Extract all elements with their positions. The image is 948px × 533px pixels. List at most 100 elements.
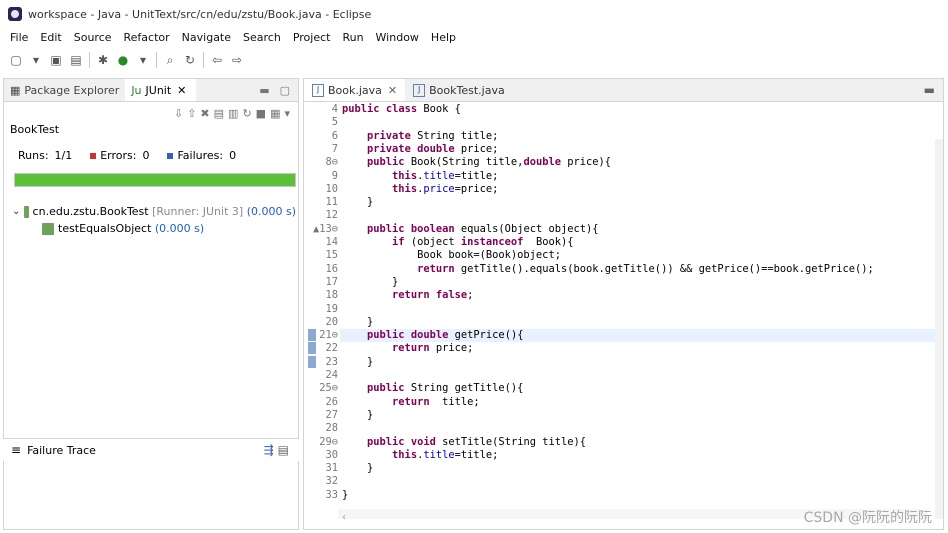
code-line[interactable]: this.price=price; [342,183,498,195]
new-icon[interactable]: ▢ [9,53,23,67]
code-line[interactable]: public void setTitle(String title){ [342,436,586,448]
java-file-icon: J [312,83,324,97]
code-line[interactable]: return title; [342,396,480,408]
code-line[interactable]: Book book=(Book)object; [342,249,561,261]
code-line[interactable]: return price; [342,342,473,354]
refresh-icon[interactable]: ↻ [183,53,197,67]
runs-value: 1/1 [54,149,73,162]
stop-icon[interactable]: ■ [256,107,266,120]
code-line[interactable]: } [342,316,373,328]
next-failure-icon[interactable]: ⇩ [174,107,183,120]
view-controls: ▬ ▢ [259,84,298,97]
left-tab-bar: ▦ Package Explorer Ju JUnit ✕ ▬ ▢ [4,79,298,102]
line-number: 6 [331,129,338,142]
line-number: 14 [325,236,338,248]
code-line[interactable]: return getTitle().equals(book.getTitle()… [342,263,874,275]
print-icon[interactable]: ▤ [69,53,83,67]
tab-label: JUnit [145,83,172,97]
menu-edit[interactable]: Edit [34,31,67,44]
code-line[interactable]: } [342,489,348,501]
code-line[interactable]: } [342,409,373,421]
tab-booktest-java[interactable]: J BookTest.java [405,79,513,101]
run-icon[interactable]: ● [116,53,130,67]
previous-failure-icon[interactable]: ⇧ [187,107,196,120]
filter-icon[interactable]: ⇶ [264,443,274,457]
line-number: 29⊖ [319,435,338,448]
code-line[interactable]: public double getPrice(){ [342,329,523,341]
toolbar-separator [156,52,157,68]
window-title: workspace - Java - UnitText/src/cn/edu/z… [28,7,372,21]
chevron-down-icon[interactable]: ▾ [284,107,290,120]
rerun-icon[interactable]: ↻ [242,107,251,120]
eclipse-logo-icon [8,7,22,21]
chevron-down-icon[interactable]: ▾ [29,53,43,67]
code-line[interactable]: } [342,196,373,208]
menu-source[interactable]: Source [68,31,118,44]
code-line[interactable]: private double price; [342,143,498,155]
show-failures-icon[interactable]: ✖ [200,107,209,120]
close-icon[interactable]: ✕ [388,84,397,97]
menu-refactor[interactable]: Refactor [118,31,176,44]
line-number: 17 [325,275,338,288]
line-number: 24 [325,369,338,381]
code-line[interactable]: this.title=title; [342,449,498,461]
failures-value: 0 [229,149,237,162]
code-line[interactable]: public Book(String title,double price){ [342,156,611,168]
tab-junit[interactable]: Ju JUnit ✕ [125,79,197,101]
menu-window[interactable]: Window [370,31,425,44]
line-number: 7 [331,142,338,155]
code-line[interactable]: } [342,356,373,368]
layout-icon[interactable]: ▥ [228,107,238,120]
vertical-scrollbar[interactable] [935,139,943,519]
menu-search[interactable]: Search [237,31,287,44]
test-case-time: (0.000 s) [154,222,205,235]
line-number: 32 [325,475,338,488]
menu-file[interactable]: File [0,31,34,44]
code-line[interactable]: this.title=title; [342,170,498,182]
scroll-lock-icon[interactable]: ▤ [214,107,224,120]
close-icon[interactable]: ✕ [177,84,186,97]
menu-project[interactable]: Project [287,31,337,44]
line-number: 19 [325,302,338,315]
line-number: 20 [325,315,338,328]
scroll-left-icon[interactable]: ‹ [342,512,346,523]
code-line[interactable]: public boolean equals(Object object){ [342,223,599,235]
runs-stat: Runs: 1/1 [18,149,72,162]
menu-run[interactable]: Run [336,31,369,44]
code-line[interactable]: public String getTitle(){ [342,382,523,394]
maximize-icon[interactable]: ▢ [280,84,290,97]
code-line[interactable]: if (object instanceof Book){ [342,236,573,248]
minimize-icon[interactable]: ▬ [259,84,269,97]
tree-row-test[interactable]: testEqualsObject (0.000 s) [12,220,296,237]
code-line[interactable]: public class Book { [342,103,461,115]
menu-help[interactable]: Help [425,31,462,44]
test-name: BookTest [10,123,60,136]
compare-icon[interactable]: ▤ [278,443,289,457]
line-number: 18 [325,289,338,302]
code-editor[interactable]: 4 public class Book {5 6 private String ti… [304,103,939,523]
debug-icon[interactable]: ✱ [96,53,110,67]
tab-book-java[interactable]: J Book.java ✕ [304,79,406,101]
tree-row-suite[interactable]: ⌄ cn.edu.zstu.BookTest [Runner: JUnit 3]… [12,203,296,220]
code-line[interactable]: } [342,462,373,474]
junit-view: ▦ Package Explorer Ju JUnit ✕ ▬ ▢ ⇩ ⇧ ✖ … [3,78,299,530]
chevron-down-icon[interactable]: ▾ [136,53,150,67]
save-icon[interactable]: ▣ [49,53,63,67]
code-line[interactable]: } [342,276,398,288]
back-icon[interactable]: ⇦ [210,53,224,67]
failure-trace-label: Failure Trace [27,443,96,457]
history-icon[interactable]: ▦ [270,107,280,120]
minimize-icon[interactable]: ▬ [924,83,935,97]
chevron-down-icon[interactable]: ⌄ [12,206,20,217]
forward-icon[interactable]: ⇨ [230,53,244,67]
search-icon[interactable]: ⌕ [163,53,177,67]
errors-label: Errors: [100,149,137,162]
menu-bar: File Edit Source Refactor Navigate Searc… [0,28,948,46]
tab-package-explorer[interactable]: ▦ Package Explorer [4,79,125,101]
test-progress-bar [14,173,296,187]
menu-navigate[interactable]: Navigate [176,31,237,44]
suite-runner: [Runner: JUnit 3] [152,205,244,218]
line-number: 5 [331,116,338,129]
code-line[interactable]: private String title; [342,130,498,142]
code-line[interactable]: return false; [342,289,473,301]
